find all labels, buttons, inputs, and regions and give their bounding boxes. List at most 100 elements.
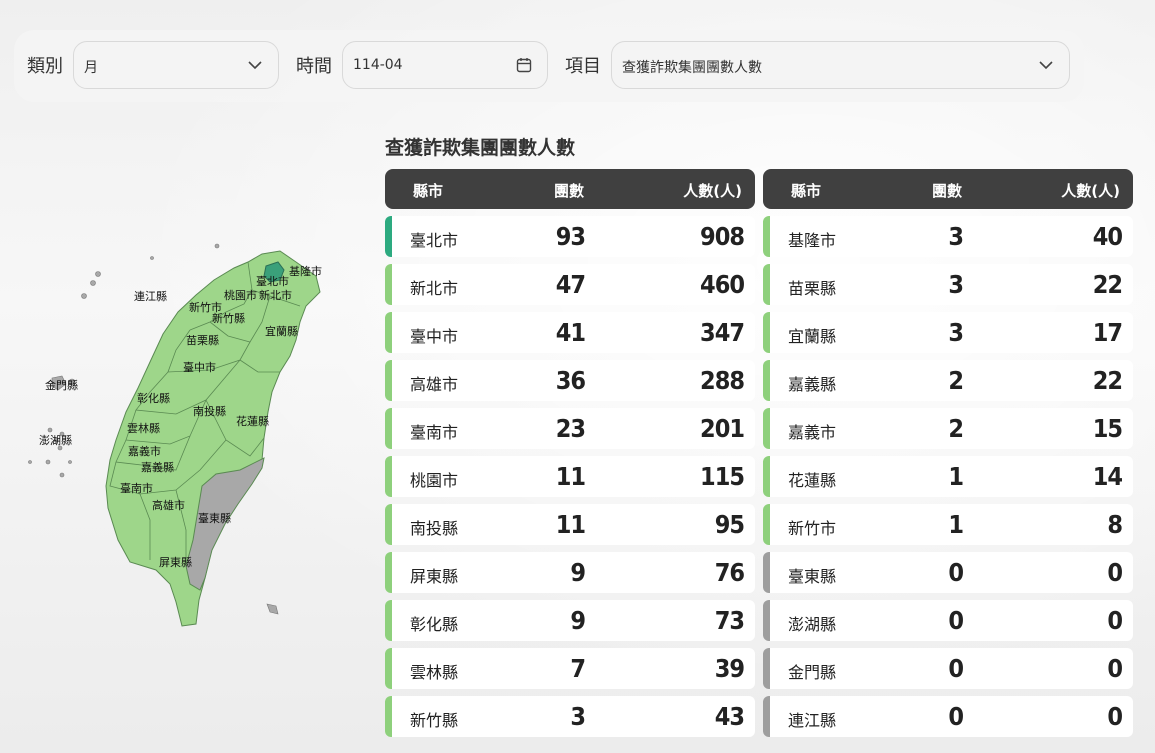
row-indicator [385, 552, 392, 593]
row-indicator [763, 408, 770, 449]
row-indicator [385, 600, 392, 641]
row-groups: 3 [948, 222, 964, 251]
table-row[interactable]: 臺南市 23 201 [385, 408, 755, 449]
table-row[interactable]: 金門縣 0 0 [763, 648, 1133, 689]
item-label: 項目 [565, 56, 601, 77]
map-label-chiayi-county: 嘉義縣 [141, 460, 174, 474]
map-label-yunlin: 雲林縣 [127, 421, 160, 435]
row-people: 39 [714, 654, 745, 683]
table-row[interactable]: 桃園市 11 115 [385, 456, 755, 497]
row-people: 8 [1107, 510, 1123, 539]
table-row[interactable]: 臺東縣 0 0 [763, 552, 1133, 593]
table-row[interactable]: 花蓮縣 1 14 [763, 456, 1133, 497]
row-city: 彰化縣 [410, 615, 459, 634]
time-label: 時間 [296, 56, 332, 77]
row-indicator [763, 696, 770, 737]
table-row[interactable]: 臺北市 93 908 [385, 216, 755, 257]
row-indicator [763, 600, 770, 641]
row-groups: 47 [555, 270, 586, 299]
row-groups: 41 [555, 318, 586, 347]
stats-table-left: 縣市 團數 人數(人) 臺北市 93 908 新北市 47 460 臺中市 41 347 高雄市 3… [385, 169, 755, 737]
row-city: 澎湖縣 [788, 615, 837, 634]
row-people: 908 [700, 222, 745, 251]
row-indicator [763, 552, 770, 593]
row-people: 73 [714, 606, 745, 635]
map-label-taoyuan: 桃園市 [224, 288, 257, 302]
table-row[interactable]: 新竹縣 3 43 [385, 696, 755, 737]
table-row[interactable]: 新北市 47 460 [385, 264, 755, 305]
category-select[interactable]: 月 [73, 41, 279, 89]
item-select[interactable]: 查獲詐欺集團團數人數 [611, 41, 1070, 89]
map-label-penghu: 澎湖縣 [39, 434, 72, 447]
table-row[interactable]: 雲林縣 7 39 [385, 648, 755, 689]
row-people: 17 [1092, 318, 1123, 347]
row-indicator [763, 360, 770, 401]
row-groups: 36 [555, 366, 586, 395]
row-indicator [385, 216, 392, 257]
row-people: 40 [1092, 222, 1123, 251]
map-label-pingtung: 屏東縣 [159, 556, 192, 569]
table-row[interactable]: 連江縣 0 0 [763, 696, 1133, 737]
header-people: 人數(人) [1061, 182, 1120, 200]
row-city: 桃園市 [410, 471, 459, 490]
row-city: 臺北市 [410, 231, 459, 250]
row-groups: 9 [570, 606, 586, 635]
table-row[interactable]: 高雄市 36 288 [385, 360, 755, 401]
row-people: 0 [1107, 558, 1123, 587]
header-city: 縣市 [413, 182, 444, 200]
row-indicator [763, 312, 770, 353]
map-label-nantou: 南投縣 [193, 404, 226, 418]
row-groups: 0 [948, 702, 964, 731]
chevron-down-icon [1039, 61, 1053, 70]
row-indicator [385, 408, 392, 449]
taiwan-map[interactable]: 基隆市 臺北市 桃園市 新北市 新竹市 新竹縣 宜蘭縣 苗栗縣 臺中市 彰化縣 … [20, 235, 340, 635]
table-row[interactable]: 宜蘭縣 3 17 [763, 312, 1133, 353]
row-indicator [763, 456, 770, 497]
calendar-icon[interactable] [515, 56, 533, 74]
row-city: 雲林縣 [410, 663, 459, 682]
row-people: 14 [1092, 462, 1123, 491]
table-row[interactable]: 臺中市 41 347 [385, 312, 755, 353]
row-groups: 23 [555, 414, 586, 443]
row-people: 22 [1092, 270, 1123, 299]
table-row[interactable]: 苗栗縣 3 22 [763, 264, 1133, 305]
row-city: 嘉義縣 [788, 375, 837, 394]
table-row[interactable]: 屏東縣 9 76 [385, 552, 755, 593]
row-city: 臺中市 [410, 327, 459, 346]
row-city: 屏東縣 [410, 567, 459, 586]
map-label-taipei: 臺北市 [256, 274, 289, 288]
row-indicator [385, 696, 392, 737]
row-groups: 11 [555, 510, 586, 539]
row-indicator [763, 216, 770, 257]
time-input[interactable]: 114-04 [342, 41, 548, 89]
table-row[interactable]: 嘉義市 2 15 [763, 408, 1133, 449]
table-row[interactable]: 新竹市 1 8 [763, 504, 1133, 545]
row-city: 嘉義市 [788, 423, 837, 442]
table-row[interactable]: 澎湖縣 0 0 [763, 600, 1133, 641]
row-people: 0 [1107, 654, 1123, 683]
row-city: 新竹縣 [410, 711, 459, 730]
header-people: 人數(人) [683, 182, 742, 200]
time-value: 114-04 [353, 57, 403, 73]
row-groups: 93 [555, 222, 586, 251]
table-title: 查獲詐欺集團團數人數 [385, 137, 576, 159]
map-label-tainan: 臺南市 [120, 481, 153, 495]
table-header: 縣市 團數 人數(人) [385, 169, 755, 209]
chevron-down-icon [248, 61, 262, 70]
row-people: 22 [1092, 366, 1123, 395]
item-value: 查獲詐欺集團團數人數 [622, 60, 762, 76]
row-city: 連江縣 [788, 711, 837, 730]
row-people: 76 [714, 558, 745, 587]
row-people: 15 [1092, 414, 1123, 443]
table-row[interactable]: 彰化縣 9 73 [385, 600, 755, 641]
row-indicator [385, 312, 392, 353]
map-label-taichung: 臺中市 [183, 360, 216, 374]
table-row[interactable]: 嘉義縣 2 22 [763, 360, 1133, 401]
table-row[interactable]: 基隆市 3 40 [763, 216, 1133, 257]
row-people: 460 [700, 270, 745, 299]
header-city: 縣市 [791, 182, 822, 200]
table-row[interactable]: 南投縣 11 95 [385, 504, 755, 545]
map-label-hualien: 花蓮縣 [236, 414, 269, 428]
header-groups: 團數 [932, 182, 963, 200]
row-people: 288 [700, 366, 745, 395]
